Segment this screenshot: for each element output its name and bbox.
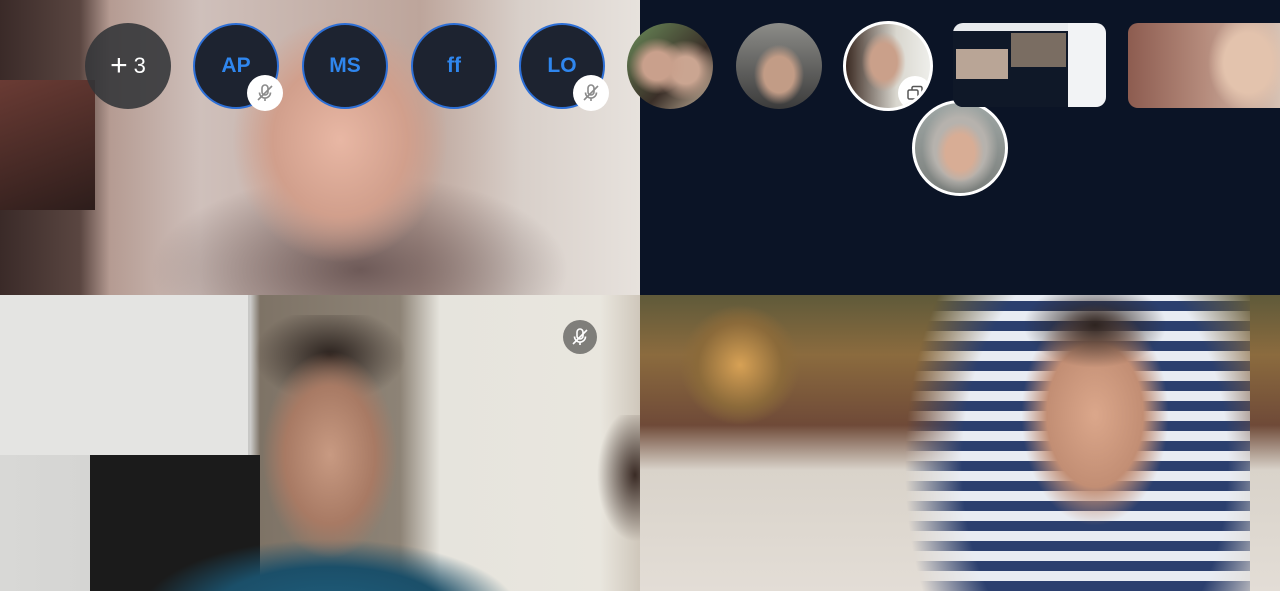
video-tile-bottom-left[interactable] <box>0 295 640 591</box>
participant-video-secondary <box>585 415 640 591</box>
screen-share-icon <box>898 76 930 108</box>
shared-screen-video <box>956 49 1008 79</box>
background-painting <box>680 305 900 445</box>
participant-avatar-ff[interactable]: ff <box>411 23 497 109</box>
participant-avatar-lo[interactable]: LO <box>519 23 609 111</box>
background-shelf <box>0 80 95 210</box>
participant-avatar-ap[interactable]: AP <box>193 23 283 111</box>
participant-avatar-ms[interactable]: MS <box>302 23 388 109</box>
shared-screen-main <box>953 23 1068 107</box>
participant-video <box>890 295 1250 591</box>
plus-icon: + <box>110 49 128 82</box>
screen-share-thumbnail[interactable] <box>953 23 1106 107</box>
participant-avatar-photo[interactable] <box>736 23 822 109</box>
participant-video-thumbnail[interactable] <box>1128 23 1280 108</box>
more-participants-count: 3 <box>133 53 146 78</box>
participant-avatar-sharing[interactable] <box>843 21 933 111</box>
participant-video <box>140 315 520 591</box>
shared-screen-toolbar <box>953 23 1068 31</box>
participant-initials: ff <box>447 54 461 77</box>
shared-screen-chat-panel <box>1068 23 1106 107</box>
participant-initials: MS <box>329 54 361 77</box>
shared-screen-video <box>1011 33 1066 67</box>
participant-initials: AP <box>221 54 251 77</box>
microphone-muted-icon <box>563 320 597 354</box>
microphone-muted-icon <box>247 75 283 111</box>
microphone-muted-icon <box>573 75 609 111</box>
participant-avatar-photo[interactable] <box>627 23 713 109</box>
video-tile-bottom-right[interactable] <box>640 295 1280 591</box>
more-participants-button[interactable]: + 3 <box>85 23 171 109</box>
video-call-stage: + 3 AP MS ff LO <box>0 0 1280 591</box>
participant-initials: LO <box>547 54 577 77</box>
participant-avatar-photo[interactable] <box>912 100 1008 196</box>
